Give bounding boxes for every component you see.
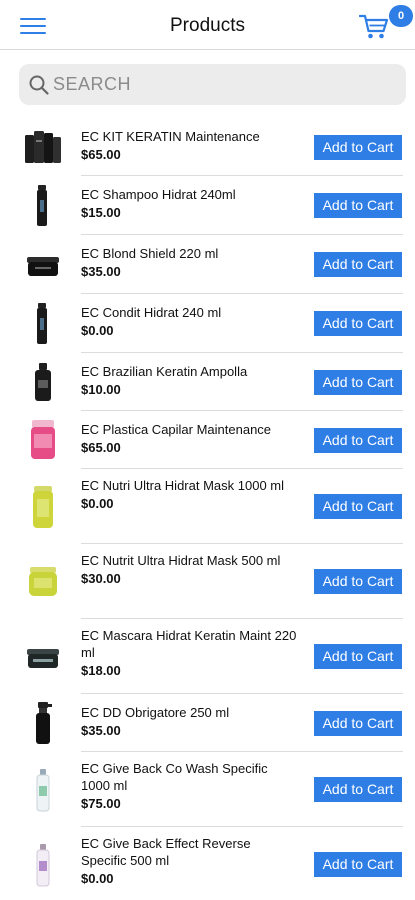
- product-info: EC Shampoo Hidrat 240ml $15.00: [81, 186, 297, 221]
- add-to-cart-button[interactable]: Add to Cart: [314, 852, 402, 877]
- product-row[interactable]: EC Plastica Capilar Maintenance $65.00 Add…: [0, 411, 415, 469]
- product-info: EC DD Obrigatore 250 ml $35.00: [81, 704, 297, 739]
- product-thumbnail: [23, 125, 63, 174]
- product-info: EC Nutri Ultra Hidrat Mask 1000 ml $0.00: [81, 477, 297, 512]
- search-icon: [29, 75, 49, 95]
- add-to-cart-button[interactable]: Add to Cart: [314, 711, 402, 736]
- product-info: EC Nutrit Ultra Hidrat Mask 500 ml $30.00: [81, 552, 297, 587]
- product-row[interactable]: EC Nutrit Ultra Hidrat Mask 500 ml $30.00…: [0, 544, 415, 619]
- cart-count-badge: 0: [389, 5, 413, 27]
- add-to-cart-button[interactable]: Add to Cart: [314, 569, 402, 594]
- product-price: $65.00: [81, 147, 121, 162]
- product-name: EC Nutri Ultra Hidrat Mask 1000 ml: [81, 478, 284, 493]
- product-name: EC Give Back Effect Reverse Specific 500…: [81, 836, 251, 868]
- product-thumbnail: [23, 243, 63, 292]
- product-row[interactable]: EC KIT KERATIN Maintenance $65.00 Add to C…: [0, 118, 415, 176]
- product-row[interactable]: EC Brazilian Keratin Ampolla $10.00 Add to…: [0, 353, 415, 411]
- add-to-cart-button[interactable]: Add to Cart: [314, 428, 402, 453]
- product-name: EC Nutrit Ultra Hidrat Mask 500 ml: [81, 553, 281, 568]
- header-bar: Products 0: [0, 0, 415, 50]
- product-name: EC DD Obrigatore 250 ml: [81, 705, 230, 720]
- product-thumbnail: [23, 560, 63, 609]
- product-name: EC Give Back Co Wash Specific 1000 ml: [81, 761, 268, 793]
- product-info: EC Give Back Co Wash Specific 1000 ml $75…: [81, 760, 297, 812]
- product-thumbnail: [23, 635, 63, 684]
- product-price: $75.00: [81, 796, 121, 811]
- product-thumbnail: [23, 184, 63, 233]
- product-price: $35.00: [81, 264, 121, 279]
- product-row[interactable]: EC Give Back Effect Reverse Specific 500…: [0, 827, 415, 900]
- add-to-cart-button[interactable]: Add to Cart: [314, 135, 402, 160]
- shopping-cart-icon[interactable]: [359, 14, 389, 40]
- product-thumbnail: [23, 701, 63, 750]
- product-info: EC Blond Shield 220 ml $35.00: [81, 245, 297, 280]
- product-name: EC Plastica Capilar Maintenance: [81, 422, 272, 437]
- product-name: EC KIT KERATIN Maintenance: [81, 129, 260, 144]
- product-thumbnail: [23, 768, 63, 817]
- product-name: EC Condit Hidrat 240 ml: [81, 305, 222, 320]
- product-name: EC Mascara Hidrat Keratin Maint 220 ml: [81, 628, 297, 660]
- product-thumbnail: [23, 302, 63, 351]
- product-list: EC KIT KERATIN Maintenance $65.00 Add to C…: [0, 118, 415, 900]
- add-to-cart-button[interactable]: Add to Cart: [314, 193, 402, 218]
- product-price: $0.00: [81, 871, 114, 886]
- product-row[interactable]: EC Give Back Co Wash Specific 1000 ml $75…: [0, 752, 415, 827]
- product-price: $10.00: [81, 382, 121, 397]
- product-row[interactable]: EC Condit Hidrat 240 ml $0.00 Add to Cart: [0, 294, 415, 353]
- product-price: $18.00: [81, 663, 121, 678]
- product-thumbnail: [23, 360, 63, 409]
- add-to-cart-button[interactable]: Add to Cart: [314, 644, 402, 669]
- product-info: EC Give Back Effect Reverse Specific 500…: [81, 835, 297, 887]
- product-price: $0.00: [81, 496, 114, 511]
- search-input[interactable]: [53, 64, 398, 105]
- product-name: EC Shampoo Hidrat 240ml: [81, 187, 236, 202]
- app: Products 0 EC KIT KERATIN Maintenance $65…: [0, 0, 415, 900]
- product-row[interactable]: EC Blond Shield 220 ml $35.00 Add to Cart: [0, 235, 415, 294]
- product-price: $0.00: [81, 323, 114, 338]
- product-info: EC Brazilian Keratin Ampolla $10.00: [81, 363, 297, 398]
- product-row[interactable]: EC DD Obrigatore 250 ml $35.00 Add to Cart: [0, 694, 415, 752]
- product-price: $15.00: [81, 205, 121, 220]
- product-row[interactable]: EC Nutri Ultra Hidrat Mask 1000 ml $0.00 A…: [0, 469, 415, 544]
- product-info: EC KIT KERATIN Maintenance $65.00: [81, 128, 297, 163]
- search-bar: [19, 64, 406, 105]
- add-to-cart-button[interactable]: Add to Cart: [314, 311, 402, 336]
- add-to-cart-button[interactable]: Add to Cart: [314, 252, 402, 277]
- add-to-cart-button[interactable]: Add to Cart: [314, 494, 402, 519]
- product-price: $65.00: [81, 440, 121, 455]
- add-to-cart-button[interactable]: Add to Cart: [314, 370, 402, 395]
- product-name: EC Brazilian Keratin Ampolla: [81, 364, 248, 379]
- product-thumbnail: [23, 843, 63, 892]
- product-price: $30.00: [81, 571, 121, 586]
- product-row[interactable]: EC Mascara Hidrat Keratin Maint 220 ml $1…: [0, 619, 415, 694]
- add-to-cart-button[interactable]: Add to Cart: [314, 777, 402, 802]
- product-thumbnail: [23, 485, 63, 534]
- product-price: $35.00: [81, 723, 121, 738]
- product-thumbnail: [23, 418, 63, 467]
- product-info: EC Mascara Hidrat Keratin Maint 220 ml $1…: [81, 627, 297, 679]
- product-info: EC Condit Hidrat 240 ml $0.00: [81, 304, 297, 339]
- product-info: EC Plastica Capilar Maintenance $65.00: [81, 421, 297, 456]
- product-name: EC Blond Shield 220 ml: [81, 246, 219, 261]
- product-row[interactable]: EC Shampoo Hidrat 240ml $15.00 Add to Cart: [0, 176, 415, 235]
- page-title: Products: [170, 15, 245, 36]
